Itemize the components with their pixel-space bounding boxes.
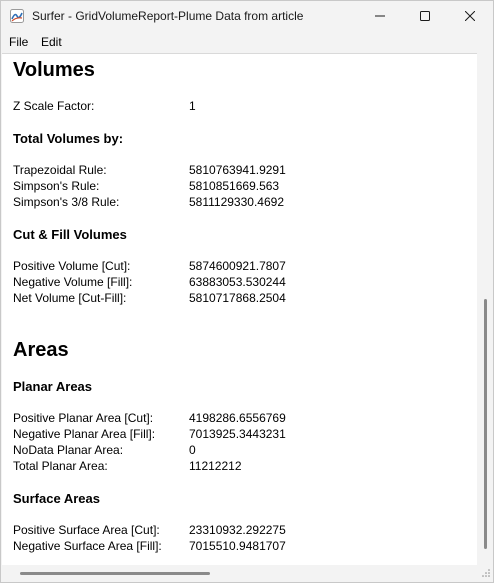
volumes-heading: Volumes bbox=[13, 59, 95, 81]
nodata-planar-value: 0 bbox=[189, 443, 196, 457]
positive-surface-label: Positive Surface Area [Cut]: bbox=[13, 523, 160, 537]
nodata-planar-label: NoData Planar Area: bbox=[13, 443, 124, 457]
z-scale-label: Z Scale Factor: bbox=[13, 99, 95, 113]
trapezoidal-value: 5810763941.9291 bbox=[189, 163, 286, 177]
resize-grip-icon[interactable] bbox=[482, 569, 490, 577]
maximize-icon bbox=[420, 11, 430, 21]
menu-bar: File Edit bbox=[1, 32, 493, 52]
simpson-value: 5810851669.563 bbox=[189, 179, 280, 193]
simpson-label: Simpson's Rule: bbox=[13, 179, 100, 193]
trapezoidal-label: Trapezoidal Rule: bbox=[13, 163, 107, 177]
positive-planar-label: Positive Planar Area [Cut]: bbox=[13, 411, 154, 425]
vertical-scrollbar[interactable] bbox=[477, 53, 493, 565]
total-volumes-heading: Total Volumes by: bbox=[13, 131, 124, 146]
negative-planar-value: 7013925.3443231 bbox=[189, 427, 286, 441]
menu-edit[interactable]: Edit bbox=[41, 35, 62, 49]
net-volume-label: Net Volume [Cut-Fill]: bbox=[13, 291, 127, 305]
app-window: Surfer - GridVolumeReport-Plume Data fro… bbox=[0, 0, 494, 583]
positive-planar-value: 4198286.6556769 bbox=[189, 411, 286, 425]
areas-heading: Areas bbox=[13, 339, 69, 361]
total-planar-value: 11212212 bbox=[189, 459, 242, 473]
report-view[interactable]: Volumes Z Scale Factor: 1 Total Volumes … bbox=[2, 53, 477, 565]
simpson-38-value: 5811129330.4692 bbox=[189, 195, 284, 209]
close-icon bbox=[465, 11, 475, 21]
surface-areas-heading: Surface Areas bbox=[13, 491, 100, 506]
cut-fill-heading: Cut & Fill Volumes bbox=[13, 227, 127, 242]
window-title: Surfer - GridVolumeReport-Plume Data fro… bbox=[32, 9, 304, 23]
z-scale-value: 1 bbox=[189, 99, 196, 113]
minimize-button[interactable] bbox=[357, 1, 403, 31]
planar-areas-heading: Planar Areas bbox=[13, 379, 93, 394]
horizontal-scroll-thumb[interactable] bbox=[20, 572, 210, 575]
simpson-38-label: Simpson's 3/8 Rule: bbox=[13, 195, 120, 209]
negative-volume-label: Negative Volume [Fill]: bbox=[13, 275, 133, 289]
maximize-button[interactable] bbox=[402, 1, 448, 31]
total-planar-label: Total Planar Area: bbox=[13, 459, 108, 473]
positive-surface-value: 23310932.292275 bbox=[189, 523, 286, 537]
positive-volume-value: 5874600921.7807 bbox=[189, 259, 286, 273]
negative-surface-label: Negative Surface Area [Fill]: bbox=[13, 539, 162, 553]
close-button[interactable] bbox=[447, 1, 493, 31]
horizontal-scrollbar[interactable] bbox=[2, 565, 493, 582]
negative-surface-value: 7015510.9481707 bbox=[189, 539, 286, 553]
title-bar[interactable]: Surfer - GridVolumeReport-Plume Data fro… bbox=[1, 1, 493, 32]
negative-volume-value: 63883053.530244 bbox=[189, 275, 286, 289]
positive-volume-label: Positive Volume [Cut]: bbox=[13, 259, 131, 273]
surfer-app-icon bbox=[10, 9, 24, 23]
menu-file[interactable]: File bbox=[9, 35, 28, 49]
vertical-scroll-thumb[interactable] bbox=[484, 299, 487, 549]
minimize-icon bbox=[375, 15, 385, 17]
negative-planar-label: Negative Planar Area [Fill]: bbox=[13, 427, 156, 441]
net-volume-value: 5810717868.2504 bbox=[189, 291, 286, 305]
